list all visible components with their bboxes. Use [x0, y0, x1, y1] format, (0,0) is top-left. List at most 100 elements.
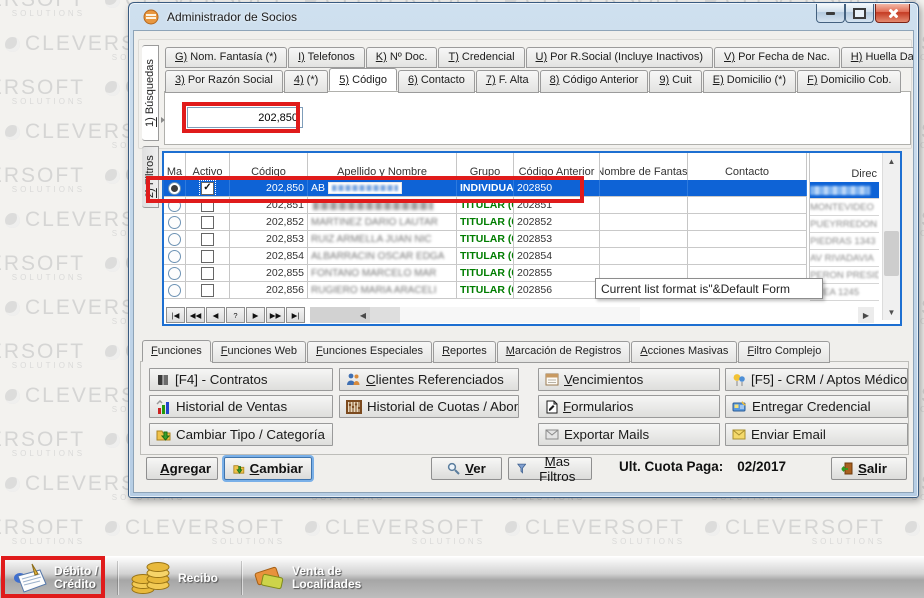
search-tab[interactable]: 3) Por Razón Social: [165, 70, 283, 93]
function-tab[interactable]: Reportes: [433, 341, 496, 363]
column-header-fantasia[interactable]: Nombre de Fantasí: [600, 153, 688, 180]
row-radio[interactable]: [168, 216, 181, 229]
ver-button[interactable]: Ver: [431, 457, 502, 480]
debito-credito-button[interactable]: Débito / Crédito: [12, 557, 98, 598]
record-nav-button[interactable]: ◀: [206, 307, 225, 323]
record-nav-button[interactable]: ▶|: [286, 307, 305, 323]
maximize-button[interactable]: [845, 4, 874, 23]
search-tab[interactable]: 9) Cuit: [649, 70, 701, 93]
cell-contacto: [688, 248, 807, 264]
formularios-button[interactable]: Formularios: [538, 395, 720, 418]
search-tab[interactable]: T) Credencial: [438, 47, 524, 68]
record-nav-button[interactable]: ▶▶: [266, 307, 285, 323]
direccion-cell[interactable]: AV RIVADAVIA: [810, 250, 879, 267]
vertical-scrollbar[interactable]: ▲ ▼: [882, 153, 900, 320]
search-tab[interactable]: U) Por R.Social (Incluye Inactivos): [526, 47, 714, 68]
search-tab[interactable]: F) Domicilio Cob.: [797, 70, 901, 93]
row-checkbox[interactable]: [201, 250, 214, 263]
column-header-grupo[interactable]: Grupo: [457, 153, 514, 180]
record-nav-button[interactable]: ◀◀: [186, 307, 205, 323]
scroll-up-icon[interactable]: ▲: [883, 153, 900, 169]
search-tab[interactable]: V) Por Fecha de Nac.: [714, 47, 840, 68]
function-tab[interactable]: Acciones Masivas: [631, 341, 737, 363]
column-header-direccion[interactable]: Direc: [810, 153, 879, 182]
search-tab[interactable]: G) Nom. Fantasía (*): [165, 47, 287, 68]
crm-aptos-medicos-button[interactable]: [F5] - CRM / Aptos Médicos: [725, 368, 908, 391]
search-tab[interactable]: 5) Código: [329, 68, 397, 91]
vertical-scroll-thumb[interactable]: [884, 231, 899, 276]
search-tab[interactable]: 6) Contacto: [398, 70, 475, 93]
function-tab[interactable]: Filtro Complejo: [738, 341, 830, 363]
cambiar-tipo-categoria-button[interactable]: Cambiar Tipo / Categoría: [149, 423, 333, 446]
row-checkbox[interactable]: [201, 267, 214, 280]
function-tab[interactable]: Marcación de Registros: [497, 341, 631, 363]
search-tab[interactable]: 8) Código Anterior: [540, 70, 649, 93]
historial-cuotas-button[interactable]: Historial de Cuotas / Abonos: [339, 395, 519, 418]
minimize-button[interactable]: [816, 4, 845, 23]
splitter-arrow-icon[interactable]: [161, 117, 165, 123]
record-nav-button[interactable]: ▶: [246, 307, 265, 323]
row-checkbox[interactable]: [201, 216, 214, 229]
record-nav-button[interactable]: ?: [226, 307, 245, 323]
direccion-cell[interactable]: MONTEVIDEO: [810, 199, 879, 216]
search-tab[interactable]: I) Telefonos: [288, 47, 365, 68]
side-tab[interactable]: 1) Búsquedas: [142, 45, 159, 141]
recibo-button[interactable]: Recibo: [130, 557, 218, 598]
agregar-button[interactable]: Agregar: [146, 457, 218, 480]
column-header-activo[interactable]: Activo: [186, 153, 230, 180]
venta-localidades-button[interactable]: Venta de Localidades: [252, 557, 361, 598]
row-radio[interactable]: [168, 199, 181, 212]
row-radio[interactable]: [168, 267, 181, 280]
search-tab[interactable]: H) Huella Dactilar: [841, 47, 914, 68]
row-radio[interactable]: [168, 250, 181, 263]
row-radio[interactable]: [168, 233, 181, 246]
cambiar-button[interactable]: Cambiar: [224, 457, 312, 480]
direccion-cell[interactable]: PUEYRREDON: [810, 216, 879, 233]
function-tab[interactable]: Funciones: [142, 340, 211, 362]
table-row[interactable]: 202,851 TITULAR (0) 202851: [164, 197, 807, 214]
column-header-ma[interactable]: Ma: [164, 153, 186, 180]
column-header-contacto[interactable]: Contacto: [688, 153, 807, 180]
horizontal-scrollbar[interactable]: ◀: [310, 307, 640, 323]
table-row[interactable]: 202,854 ALBARRACIN OSCAR EDGA TITULAR (0…: [164, 248, 807, 265]
titlebar[interactable]: Administrador de Socios: [129, 3, 918, 30]
historial-ventas-button[interactable]: Historial de Ventas: [149, 395, 333, 418]
search-tab[interactable]: E) Domicilio (*): [703, 70, 796, 93]
mas-filtros-button[interactable]: Mas Filtros: [508, 457, 592, 480]
scroll-left-icon[interactable]: ◀: [356, 307, 370, 323]
row-checkbox[interactable]: [201, 284, 214, 297]
salir-button[interactable]: Salir: [831, 457, 907, 480]
record-nav-button[interactable]: |◀: [166, 307, 185, 323]
scroll-down-icon[interactable]: ▼: [883, 304, 900, 320]
table-row[interactable]: 202,853 RUIZ ARMELLA JUAN NIC TITULAR (0…: [164, 231, 807, 248]
direccion-cell[interactable]: PIEDRAS 1343: [810, 233, 879, 250]
scroll-right-icon[interactable]: ▶: [858, 307, 874, 323]
direccion-cell[interactable]: [810, 182, 879, 199]
table-row[interactable]: 202,850 AB INDIVIDUAL 202850: [164, 180, 807, 197]
row-checkbox[interactable]: [201, 199, 214, 212]
side-tab-strip: 1) Búsquedas 2) Filtros: [142, 45, 163, 213]
row-checkbox[interactable]: [201, 182, 214, 195]
function-tab[interactable]: Funciones Web: [212, 341, 306, 363]
row-radio[interactable]: [168, 182, 181, 195]
exportar-mails-button[interactable]: Exportar Mails: [538, 423, 720, 446]
search-tab[interactable]: 4) (*): [284, 70, 328, 93]
vencimientos-button[interactable]: Vencimientos: [538, 368, 720, 391]
row-radio[interactable]: [168, 284, 181, 297]
table-row[interactable]: 202,852 MARTINEZ DARIO LAUTAR TITULAR (0…: [164, 214, 807, 231]
contratos-button[interactable]: [F4] - Contratos: [149, 368, 333, 391]
close-button[interactable]: [875, 4, 910, 23]
enviar-email-button[interactable]: Enviar Email: [725, 423, 908, 446]
search-tab[interactable]: K) Nº Doc.: [366, 47, 438, 68]
row-checkbox[interactable]: [201, 233, 214, 246]
search-tab[interactable]: 7) F. Alta: [476, 70, 539, 93]
column-header-codigo-anterior[interactable]: Código Anterior: [514, 153, 600, 180]
codigo-search-input[interactable]: [187, 107, 303, 128]
entregar-credencial-button[interactable]: Entregar Credencial: [725, 395, 908, 418]
function-tab[interactable]: Funciones Especiales: [307, 341, 432, 363]
column-header-codigo[interactable]: Código: [230, 153, 308, 180]
horizontal-scroll-thumb[interactable]: [370, 307, 400, 323]
side-tab[interactable]: 2) Filtros: [142, 146, 159, 208]
clientes-referenciados-button[interactable]: Clientes Referenciados: [339, 368, 519, 391]
column-header-nombre[interactable]: Apellido y Nombre: [308, 153, 457, 180]
